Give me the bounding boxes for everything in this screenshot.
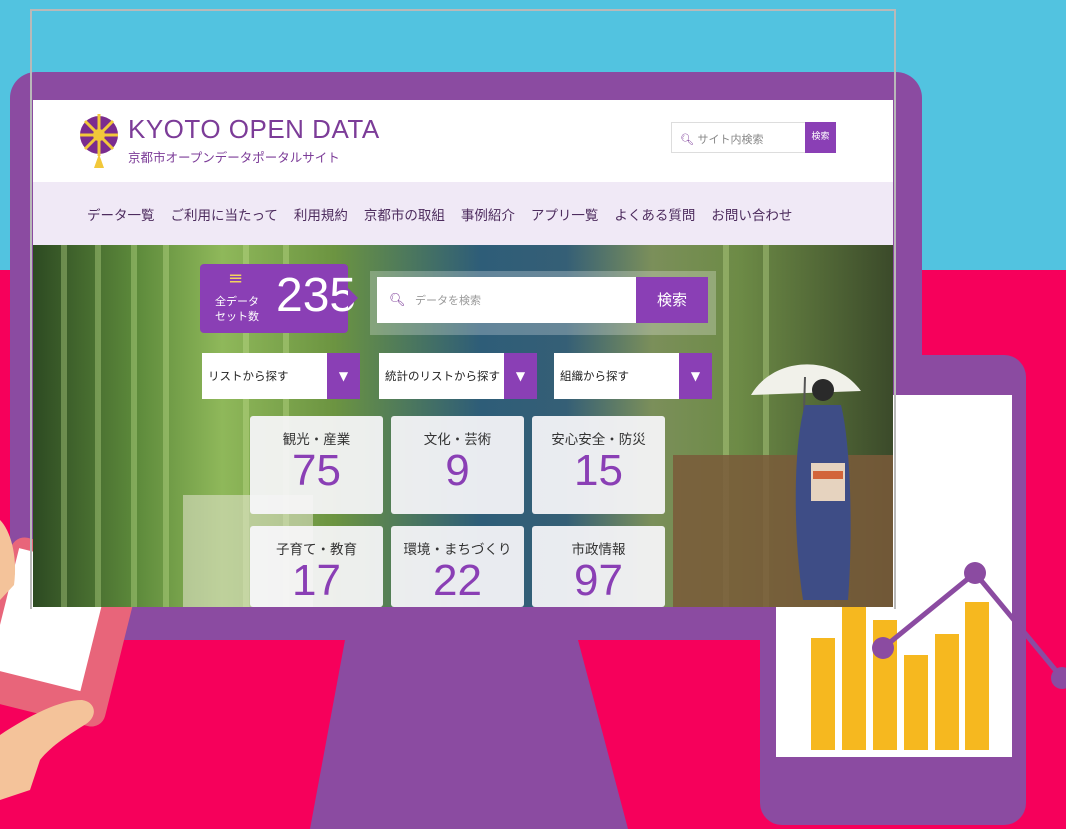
nav-item-faq[interactable]: よくある質問 — [614, 204, 695, 224]
site-search-input[interactable]: 🔍︎ サイト内検索 — [671, 122, 806, 153]
hero-section: ≡ 全データ セット数 235 🔍︎ データを検索 検索 リストから探す ▼ 統計… — [33, 245, 893, 607]
nav-item-apps[interactable]: アプリ一覧 — [531, 204, 599, 224]
category-label: 子育て・教育 — [276, 542, 357, 558]
nav-item-data-list[interactable]: データ一覧 — [87, 204, 155, 224]
website-screen: KYOTO OPEN DATA 京都市オープンデータポータルサイト 🔍︎ サイト… — [33, 100, 893, 607]
nav-item-cases[interactable]: 事例紹介 — [461, 204, 515, 224]
category-count: 22 — [433, 556, 482, 605]
site-header: KYOTO OPEN DATA 京都市オープンデータポータルサイト 🔍︎ サイト… — [33, 100, 893, 182]
total-datasets-count: 235 — [276, 269, 357, 322]
triangle-down-icon[interactable]: ▼ — [504, 353, 537, 399]
category-tourism-industry[interactable]: 観光・産業 75 — [250, 416, 383, 514]
select-browse-statistics-label: 統計のリストから探す — [385, 369, 500, 383]
category-count: 75 — [292, 446, 341, 495]
category-label: 安心安全・防災 — [551, 432, 646, 448]
data-search-placeholder: データを検索 — [415, 294, 482, 307]
select-browse-list-label: リストから探す — [208, 369, 289, 383]
select-browse-organization-label: 組織から探す — [560, 369, 629, 383]
total-datasets-box[interactable]: ≡ 全データ セット数 235 — [200, 264, 358, 333]
category-count: 17 — [292, 556, 341, 605]
category-label: 市政情報 — [571, 542, 626, 558]
select-browse-list[interactable]: リストから探す ▼ — [202, 353, 360, 399]
category-safety-disaster[interactable]: 安心安全・防災 15 — [532, 416, 665, 514]
triangle-down-icon[interactable]: ▼ — [679, 353, 712, 399]
main-nav: データ一覧 ご利用に当たって 利用規約 京都市の取組 事例紹介 アプリ一覧 よく… — [33, 182, 893, 245]
total-datasets-label: 全データ セット数 — [215, 295, 259, 323]
category-label: 観光・産業 — [282, 432, 351, 448]
category-label: 文化・芸術 — [423, 432, 492, 448]
category-city-administration[interactable]: 市政情報 97 — [532, 526, 665, 607]
data-search-button[interactable]: 検索 — [636, 277, 708, 323]
category-childcare-education[interactable]: 子育て・教育 17 — [250, 526, 383, 607]
logo-subtitle: 京都市オープンデータポータルサイト — [128, 150, 340, 165]
category-count: 9 — [445, 446, 470, 495]
nav-item-contact[interactable]: お問い合わせ — [711, 204, 792, 224]
site-search-placeholder: サイト内検索 — [697, 133, 764, 146]
search-icon: 🔍︎ — [389, 293, 406, 308]
data-search-input[interactable]: 🔍︎ データを検索 — [377, 277, 637, 323]
nav-item-terms[interactable]: 利用規約 — [294, 204, 348, 224]
search-icon: 🔍︎ — [680, 133, 694, 146]
category-count: 97 — [574, 556, 623, 605]
category-culture-arts[interactable]: 文化・芸術 9 — [391, 416, 524, 514]
kyoto-crest-icon[interactable] — [78, 108, 120, 170]
category-count: 15 — [574, 446, 623, 495]
list-icon: ≡ — [228, 268, 244, 289]
nav-item-usage[interactable]: ご利用に当たって — [171, 204, 278, 224]
site-search-button[interactable]: 検索 — [805, 122, 836, 153]
category-label: 環境・まちづくり — [403, 542, 512, 558]
triangle-down-icon[interactable]: ▼ — [327, 353, 360, 399]
logo-title[interactable]: KYOTO OPEN DATA — [128, 114, 380, 145]
select-browse-statistics[interactable]: 統計のリストから探す ▼ — [379, 353, 537, 399]
select-browse-organization[interactable]: 組織から探す ▼ — [554, 353, 712, 399]
nav-item-initiatives[interactable]: 京都市の取組 — [364, 204, 445, 224]
category-environment-town[interactable]: 環境・まちづくり 22 — [391, 526, 524, 607]
